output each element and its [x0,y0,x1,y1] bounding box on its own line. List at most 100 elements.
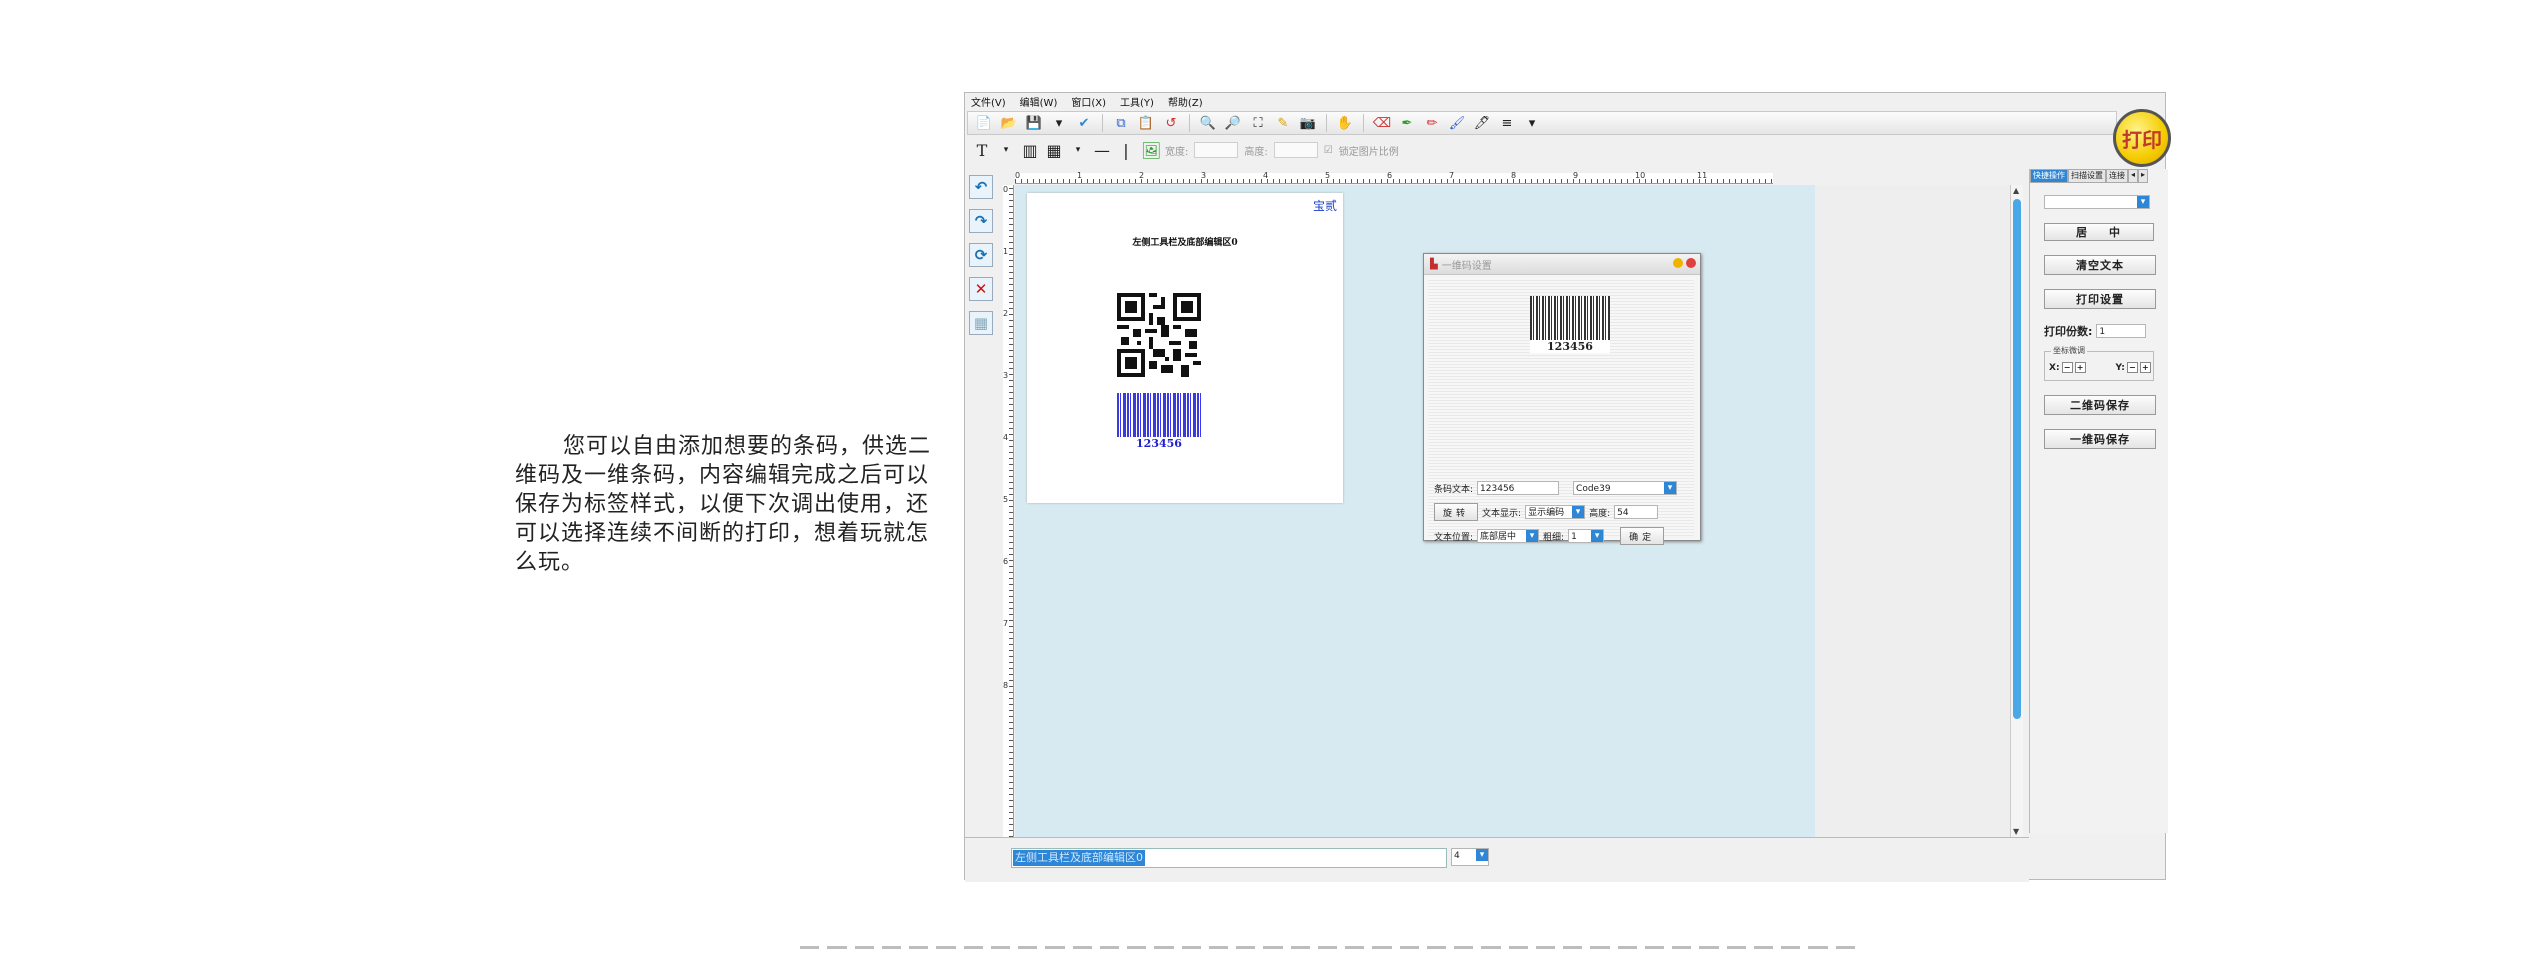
ruler-v-label: 4 [1003,433,1009,442]
menu-file[interactable]: 文件(V) [969,94,1008,109]
lock-ratio-label: 锁定图片比例 [1338,146,1399,158]
ruler-v-label: 2 [1003,309,1009,318]
check-icon[interactable]: ✔ [1074,113,1094,133]
bottom-edit-input[interactable]: 左侧工具栏及底部编辑区0 [1011,848,1447,868]
y-decrease-button[interactable]: − [2126,362,2138,373]
vline-tool-icon[interactable]: | [1117,141,1135,160]
ruler-v-label: 1 [1003,247,1009,256]
copies-input[interactable]: 1 [2096,324,2147,338]
qr-tool-icon[interactable]: ▦ [1045,141,1063,160]
rotate-button[interactable]: 旋转 [1434,503,1479,521]
quick-select[interactable] [2044,195,2150,209]
print-button[interactable]: 打印 [2113,109,2171,167]
height-input[interactable] [1273,142,1318,158]
thickness-select[interactable]: 1 [1568,529,1605,543]
menu-help[interactable]: 帮助(Z) [1166,94,1205,109]
brush-icon[interactable]: 🖌 [1447,113,1467,133]
eraser-icon[interactable]: ⌫ [1372,113,1392,133]
open-file-icon[interactable]: 📂 [999,113,1019,133]
qr-code[interactable] [1117,293,1201,377]
grid-icon[interactable]: ▦ [969,311,993,335]
label-title-text[interactable]: 左侧工具栏及底部编辑区0 [1027,235,1343,248]
barcode-preview-text: 123456 [1530,340,1610,353]
delete-icon[interactable]: ✕ [969,277,993,301]
pen-dark-icon[interactable]: 🖊 [1472,113,1492,133]
hand-icon[interactable]: ✋ [1335,113,1355,133]
barcode-settings-dialog: ▙ 一维码设置 123456 条码文本: 123456 Code39 旋转 文本… [1423,253,1701,545]
fit-icon[interactable]: ⛶ [1248,113,1268,133]
ruler-v-label: 8 [1003,681,1009,690]
barcode-height-label: 高度: [1589,508,1611,519]
line-style-icon[interactable]: ≡ [1497,113,1517,133]
coordinate-fine-tune: 坐标微调 X: − + Y: − + [2044,345,2154,381]
barcode-height-input[interactable]: 54 [1614,505,1659,519]
rotate-right-icon[interactable]: ↷ [969,209,993,233]
text-position-label: 文本位置: [1434,532,1474,543]
highlight-icon[interactable]: ✎ [1273,113,1293,133]
scroll-thumb[interactable] [2013,199,2021,719]
center-button[interactable]: 居中 [2044,223,2154,241]
label-corner-text[interactable]: 宝贰 [1313,197,1337,214]
zoom-out-icon[interactable]: 🔎 [1223,113,1243,133]
ok-button[interactable]: 确定 [1620,527,1665,545]
barcode-save-button[interactable]: 一维码保存 [2044,429,2156,449]
barcode-tool-icon[interactable]: ▥ [1021,141,1039,160]
rotate-left-icon[interactable]: ↶ [969,175,993,199]
paste-icon[interactable]: 📋 [1136,113,1156,133]
label-page[interactable]: 宝贰 左侧工具栏及底部编辑区0 123456 [1027,193,1343,503]
minimize-icon[interactable] [1673,258,1683,268]
menu-tools[interactable]: 工具(Y) [1118,94,1156,109]
new-file-icon[interactable]: 📄 [974,113,994,133]
tab-connect[interactable]: 连接 [2106,169,2128,183]
copy-icon[interactable]: ⧉ [1111,113,1131,133]
width-input[interactable] [1194,142,1239,158]
font-size-select[interactable]: 4 [1451,848,1489,866]
text-position-select[interactable]: 底部居中 [1477,529,1540,543]
camera-icon[interactable]: 📷 [1298,113,1318,133]
print-settings-button[interactable]: 打印设置 [2044,289,2156,309]
tab-scroll-right-icon[interactable]: ▸ [2138,169,2149,183]
menu-window[interactable]: 窗口(X) [1069,94,1108,109]
undo-icon[interactable]: ↺ [1161,113,1181,133]
x-increase-button[interactable]: + [2074,362,2086,373]
barcode[interactable]: 123456 [1117,393,1201,450]
dropdown-icon[interactable]: ▾ [1049,113,1069,133]
refresh-icon[interactable]: ⟳ [969,243,993,267]
ruler-h-label: 4 [1263,171,1269,180]
dropdown-icon[interactable]: ▾ [997,145,1015,155]
text-tool-icon[interactable]: T [973,141,991,160]
barcode-text-input[interactable]: 123456 [1477,481,1560,495]
scroll-up-icon[interactable]: ▲ [2013,186,2019,195]
hline-tool-icon[interactable]: — [1093,141,1111,160]
app-icon: ▙ [1430,258,1438,270]
ruler-h-label: 8 [1511,171,1517,180]
clear-text-button[interactable]: 清空文本 [2044,255,2156,275]
y-label: Y: [2115,362,2125,373]
text-display-select[interactable]: 显示编码 [1525,505,1586,519]
tab-quick-ops[interactable]: 快捷操作 [2030,169,2068,183]
canvas-margin [1815,185,2010,837]
ruler-h-label: 9 [1573,171,1579,180]
menu-edit[interactable]: 编辑(W) [1018,94,1060,109]
x-label: X: [2049,362,2060,373]
pen-red-icon[interactable]: ✏ [1422,113,1442,133]
tab-scroll-left-icon[interactable]: ◂ [2128,169,2139,183]
x-decrease-button[interactable]: − [2061,362,2073,373]
qr-save-button[interactable]: 二维码保存 [2044,395,2156,415]
thickness-label: 粗细: [1543,532,1565,543]
close-icon[interactable] [1686,258,1696,268]
vertical-scrollbar[interactable]: ▲ ▼ [2010,185,2023,837]
zoom-in-icon[interactable]: 🔍 [1198,113,1218,133]
bottom-edit-text: 左侧工具栏及底部编辑区0 [1013,850,1145,866]
barcode-type-select[interactable]: Code39 [1573,481,1678,495]
lock-ratio-checkbox[interactable]: ☑ [1324,145,1333,156]
dropdown-icon[interactable]: ▾ [1069,145,1087,155]
dropdown-icon[interactable]: ▾ [1522,113,1542,133]
scroll-down-icon[interactable]: ▼ [2013,827,2019,836]
pen-green-icon[interactable]: ✒ [1397,113,1417,133]
y-increase-button[interactable]: + [2139,362,2151,373]
save-icon[interactable]: 💾 [1024,113,1044,133]
tab-scan-settings[interactable]: 扫描设置 [2068,169,2106,183]
image-tool-icon[interactable]: 🖼 [1141,141,1161,160]
ruler-v-label: 6 [1003,557,1009,566]
